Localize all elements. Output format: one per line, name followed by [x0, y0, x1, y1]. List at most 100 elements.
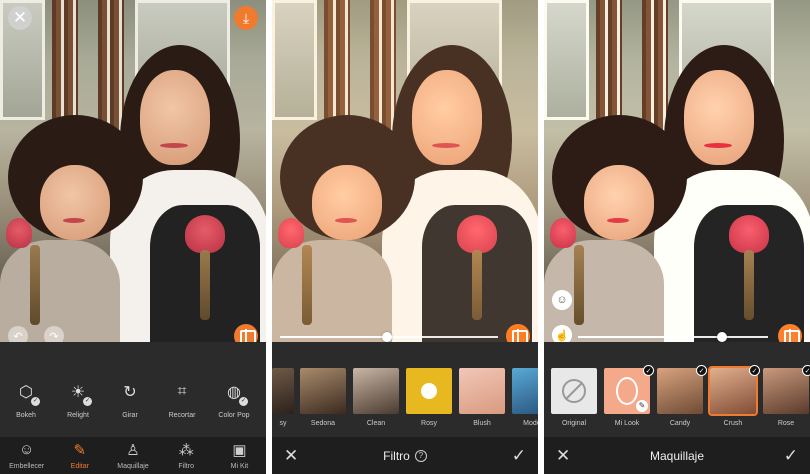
- confirm-button[interactable]: ✓: [512, 446, 526, 466]
- selected-filter-icon: [421, 383, 437, 399]
- nav-label: Filtro: [178, 463, 194, 470]
- photo-canvas[interactable]: ☺ ☝: [544, 0, 810, 342]
- flower: [185, 215, 225, 253]
- filter-sedona[interactable]: Sedona: [299, 368, 347, 432]
- edit-screen: ✕ ⤓ ↶ ↷ ⬡ ✓ Bokeh ☀ ✓ Relight ↻ Girar ⌗ Recortar ◍…: [0, 0, 266, 474]
- tool-recortar[interactable]: ⌗ Recortar: [156, 375, 208, 430]
- confirm-button[interactable]: ✓: [784, 446, 798, 466]
- filter-label: Modern: [523, 420, 538, 427]
- nav-editar[interactable]: ✎ Editar: [53, 437, 106, 474]
- close-icon[interactable]: ✕: [8, 6, 32, 30]
- lips: [704, 143, 732, 148]
- look-rose[interactable]: ✓ Rose: [762, 365, 810, 432]
- kit-icon: ▣: [232, 442, 247, 459]
- tool-color-pop[interactable]: ◍ ✓ Color Pop: [208, 375, 260, 430]
- makeup-intensity-slider[interactable]: [578, 336, 768, 338]
- photo-canvas[interactable]: [272, 0, 538, 342]
- undo-icon[interactable]: ↶: [8, 326, 28, 342]
- look-preview: [708, 366, 758, 416]
- filter-screen: sy Sedona Clean Rosy Blush Modern ✕ Filtro ? …: [272, 0, 538, 474]
- panel-title: Filtro ?: [383, 449, 427, 463]
- no-makeup-icon: [562, 379, 586, 403]
- look-label: Crush: [723, 420, 743, 427]
- tool-relight[interactable]: ☀ ✓ Relight: [52, 375, 104, 430]
- tool-pri[interactable]: △Pri: [260, 375, 266, 430]
- filter-preview: [406, 368, 452, 414]
- look-candy[interactable]: ✓ Candy: [656, 365, 707, 432]
- face: [584, 165, 654, 240]
- filter-label: Sedona: [310, 420, 336, 427]
- face: [684, 70, 754, 165]
- filter-modern[interactable]: Modern: [511, 368, 538, 432]
- filter-preview: [512, 368, 538, 414]
- look-label: Original: [561, 420, 587, 427]
- filter-tint: [272, 0, 538, 342]
- filter-preview: [300, 368, 346, 414]
- download-icon[interactable]: ⤓: [234, 6, 258, 30]
- filter-label: Rosy: [421, 420, 437, 427]
- nav-label: Editar: [70, 463, 89, 470]
- tool-label: Bokeh: [16, 412, 36, 419]
- look-crush[interactable]: ✓ Crush: [708, 365, 760, 432]
- nav-mi-kit[interactable]: ▣ Mi Kit: [213, 437, 266, 474]
- nav-filtro[interactable]: ⁂ Filtro: [160, 437, 213, 474]
- panel-title: Maquillaje: [649, 448, 705, 463]
- cancel-button[interactable]: ✕: [284, 446, 298, 466]
- filter-rosy[interactable]: Rosy: [405, 368, 453, 432]
- action-bar: ✕ Filtro ? ✓: [272, 437, 538, 474]
- lips: [63, 218, 85, 223]
- nav-maquillaje[interactable]: ♙ Maquillaje: [106, 437, 159, 474]
- nav-label: Mi Kit: [230, 463, 249, 470]
- help-icon[interactable]: ?: [414, 449, 427, 462]
- face-outline-icon: [616, 377, 638, 405]
- applied-check-icon: ✓: [749, 365, 760, 376]
- redo-icon[interactable]: ↷: [44, 326, 64, 342]
- nav-label: Maquillaje: [117, 463, 149, 470]
- lips: [160, 143, 188, 148]
- look-preview: [657, 368, 703, 414]
- bottom-nav: ☺ Embellecer ✎ Editar ♙ Maquillaje ⁂ Filtro ▣ Mi …: [0, 437, 266, 474]
- tool-girar[interactable]: ↻ Girar: [104, 375, 156, 430]
- filter-label: Blush: [473, 420, 491, 427]
- cancel-button[interactable]: ✕: [556, 446, 570, 466]
- face: [40, 165, 110, 240]
- compare-icon[interactable]: [506, 324, 530, 342]
- pencil-icon: ✎: [636, 400, 648, 412]
- touch-icon[interactable]: ☝: [552, 325, 572, 342]
- applied-check-icon: ✓: [239, 397, 248, 406]
- filter-clean[interactable]: Clean: [352, 368, 400, 432]
- flower: [6, 218, 32, 248]
- tool-bokeh[interactable]: ⬡ ✓ Bokeh: [0, 375, 52, 430]
- filter-preview: [459, 368, 505, 414]
- applied-check-icon: ✓: [83, 397, 92, 406]
- filter-sy[interactable]: sy: [272, 368, 294, 432]
- applied-check-icon: ✓: [643, 365, 654, 376]
- filter-blush[interactable]: Blush: [458, 368, 506, 432]
- look-original[interactable]: Original: [550, 368, 598, 432]
- makeup-look-strip: Original ✓ ✎ Mi Look ✓ Candy ✓ Crush ✓ Rose: [550, 365, 810, 432]
- look-label: Candy: [669, 420, 691, 427]
- photo-canvas[interactable]: ✕ ⤓ ↶ ↷: [0, 0, 266, 342]
- bokeh-icon: ⬡ ✓: [19, 384, 40, 406]
- window-pane: [544, 0, 589, 120]
- look-preview: ✎: [604, 368, 650, 414]
- face: [140, 70, 210, 165]
- applied-check-icon: ✓: [696, 365, 707, 376]
- filter-preview: [353, 368, 399, 414]
- look-preview: [551, 368, 597, 414]
- compare-icon[interactable]: [234, 324, 258, 342]
- face-icon: ☺: [18, 441, 35, 458]
- face-select-icon[interactable]: ☺: [552, 290, 572, 310]
- nav-embellecer[interactable]: ☺ Embellecer: [0, 437, 53, 474]
- compare-icon[interactable]: [778, 324, 802, 342]
- makeup-icon: ♙: [126, 442, 140, 459]
- action-bar: ✕ Maquillaje ✓: [544, 437, 810, 474]
- look-mi-look[interactable]: ✓ ✎ Mi Look: [603, 365, 654, 432]
- filter-strip: sy Sedona Clean Rosy Blush Modern: [272, 368, 538, 432]
- look-preview: [763, 368, 809, 414]
- flower-stem: [744, 250, 754, 320]
- relight-icon: ☀ ✓: [70, 384, 92, 406]
- nav-label: Embellecer: [9, 463, 45, 470]
- flower-stem: [200, 250, 210, 320]
- slider-knob[interactable]: [381, 332, 392, 342]
